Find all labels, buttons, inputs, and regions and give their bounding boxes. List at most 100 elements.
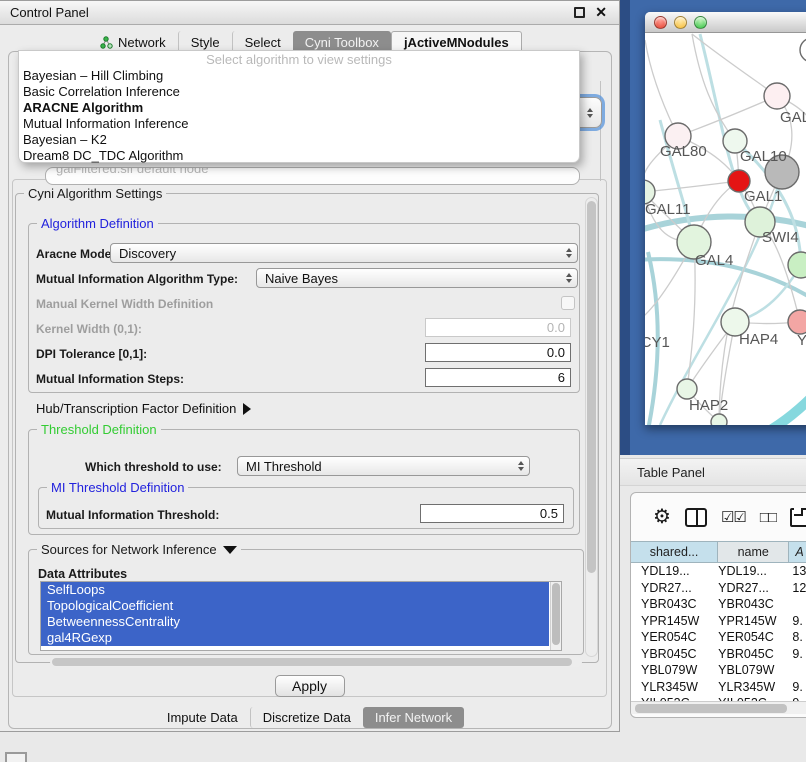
kernel-width-input[interactable]: 0.0 [425,318,571,337]
algorithm-popup-list: Bayesian – Hill ClimbingBasic Correlatio… [19,68,579,164]
group-title: MI Threshold Definition [47,480,188,495]
checked-boxes-icon[interactable]: ☑☑ [721,508,746,526]
network-node[interactable] [764,83,790,109]
attributes-scrollbar[interactable] [550,582,561,650]
algorithm-option[interactable]: Dream8 DC_TDC Algorithm [19,148,579,164]
algorithm-option[interactable]: ARACNE Algorithm [19,100,579,116]
mi-type-combo[interactable]: Naive Bayes [256,268,578,288]
column-header-name[interactable]: name [718,542,789,562]
table-cell: YBL079W [718,663,789,677]
table-cell: YPR145W [631,614,718,628]
mi-steps-input[interactable]: 6 [425,368,571,387]
table-cell: 13 [789,564,806,578]
which-threshold-label: Which threshold to use: [85,460,222,474]
unchecked-boxes-icon[interactable]: □□ [760,509,776,526]
table-cell: YDL19... [718,564,789,578]
scrollbar-thumb[interactable] [635,704,787,713]
control-panel-window: Control Panel ✕ Network Style Select [0,0,620,732]
algorithm-popup-placeholder: Select algorithm to view settings [19,52,579,68]
table-cell: YER054C [631,630,718,644]
network-node[interactable] [677,379,697,399]
table-panel-titlebar[interactable]: Table Panel [620,458,806,486]
tab-impute-data[interactable]: Impute Data [155,707,250,728]
manual-kernel-checkbox[interactable] [561,296,575,310]
hub-definition-expander[interactable]: Hub/Transcription Factor Definition [36,401,251,416]
expand-down-icon [223,546,237,554]
table-row[interactable]: YBR045CYBR045C9. [631,646,806,663]
table-row[interactable]: YBR043CYBR043C [631,596,806,613]
network-node[interactable] [711,414,727,425]
algorithm-combo-button[interactable] [577,97,602,128]
mi-threshold-input[interactable]: 0.5 [420,504,564,523]
scrollbar-thumb[interactable] [52,658,572,666]
algorithm-option[interactable]: Mutual Information Inference [19,116,579,132]
control-panel-title: Control Panel [10,5,89,20]
aracne-mode-combo[interactable]: Discovery [110,243,578,263]
network-node-label: GAL11 [645,201,691,218]
combo-arrows-icon [566,248,572,258]
which-threshold-combo[interactable]: MI Threshold [237,456,530,476]
table-row[interactable]: YER054CYER054C8. [631,629,806,646]
network-data-field[interactable]: galFiltered.sif default node [45,167,580,185]
table-cell: YDR27... [718,581,789,595]
minimized-panel-icon[interactable] [5,752,27,762]
attribute-item[interactable]: gal4RGexp [41,630,549,646]
algorithm-option[interactable]: Basic Correlation Inference [19,84,579,100]
column-split-icon[interactable] [685,508,707,527]
table-toolbar: ⚙ ☑☑ □□ [631,499,806,535]
data-attributes-list[interactable]: SelfLoopsTopologicalCoefficientBetweenne… [40,581,562,651]
settings-horizontal-scrollbar[interactable] [50,657,582,667]
settings-vertical-scrollbar[interactable] [585,197,598,657]
network-window-titlebar[interactable] [645,12,806,33]
scrollbar-thumb[interactable] [587,201,596,573]
network-svg[interactable]: GALGAL80GAL10GAL1GAL11SWI4GAL4GCY1HAP4YH… [645,33,806,425]
data-attributes-label: Data Attributes [38,567,127,581]
gear-icon[interactable]: ⚙ [653,507,671,527]
column-header-partial[interactable]: A [789,542,806,562]
network-node-label: GAL1 [744,188,782,205]
network-node-label: GAL80 [660,143,707,160]
table-cell: YBR043C [631,597,718,611]
apply-button[interactable]: Apply [275,675,345,697]
table-row[interactable]: YBL079WYBL079W [631,662,806,679]
table-row[interactable]: YPR145WYPR145W9. [631,613,806,630]
scrollbar-thumb[interactable] [552,583,560,645]
attribute-item[interactable]: BetweennessCentrality [41,614,549,630]
tab-discretize-data[interactable]: Discretize Data [250,707,363,728]
hub-definition-label: Hub/Transcription Factor Definition [36,401,236,416]
table-row[interactable]: YDL19...YDL19...13 [631,563,806,580]
sources-title: Sources for Network Inference [41,542,217,557]
attribute-item[interactable]: SelfLoops [41,582,549,598]
table-partial-icon[interactable] [790,508,806,527]
table-row[interactable]: YDR27...YDR27...12 [631,580,806,597]
algorithm-option[interactable]: Bayesian – Hill Climbing [19,68,579,84]
expand-right-icon [243,403,251,415]
attribute-item[interactable]: TopologicalCoefficient [41,598,549,614]
network-node[interactable] [788,310,806,334]
bottom-tab-strip: Impute Data Discretize Data Infer Networ… [0,707,619,728]
network-view-window: GALGAL80GAL10GAL1GAL11SWI4GAL4GCY1HAP4YH… [645,12,806,425]
algorithm-option[interactable]: Bayesian – K2 [19,132,579,148]
combo-value: Naive Bayes [265,271,338,286]
dpi-tolerance-input[interactable]: 0.0 [425,343,571,362]
network-node[interactable] [800,38,806,62]
control-panel-titlebar[interactable]: Control Panel ✕ [0,1,619,25]
network-node-label: HAP4 [739,331,778,348]
combo-arrows-icon [566,273,572,283]
sources-expander[interactable]: Sources for Network Inference [37,542,241,557]
float-window-icon[interactable] [574,7,585,18]
inference-group-border [600,81,601,181]
network-node[interactable] [788,252,806,278]
close-icon[interactable]: ✕ [595,4,607,21]
minimize-traffic-icon[interactable] [674,16,687,29]
tab-infer-network[interactable]: Infer Network [363,707,464,728]
close-traffic-icon[interactable] [654,16,667,29]
splitpane-divider[interactable] [620,0,630,455]
column-header-shared[interactable]: shared... [631,542,718,562]
network-edge [645,181,739,192]
mi-type-label: Mutual Information Algorithm Type: [36,272,238,286]
table-row[interactable]: YLR345WYLR345W9. [631,679,806,696]
table-horizontal-scrollbar[interactable] [631,701,806,714]
zoom-traffic-icon[interactable] [694,16,707,29]
network-node-label: GAL4 [695,252,733,269]
